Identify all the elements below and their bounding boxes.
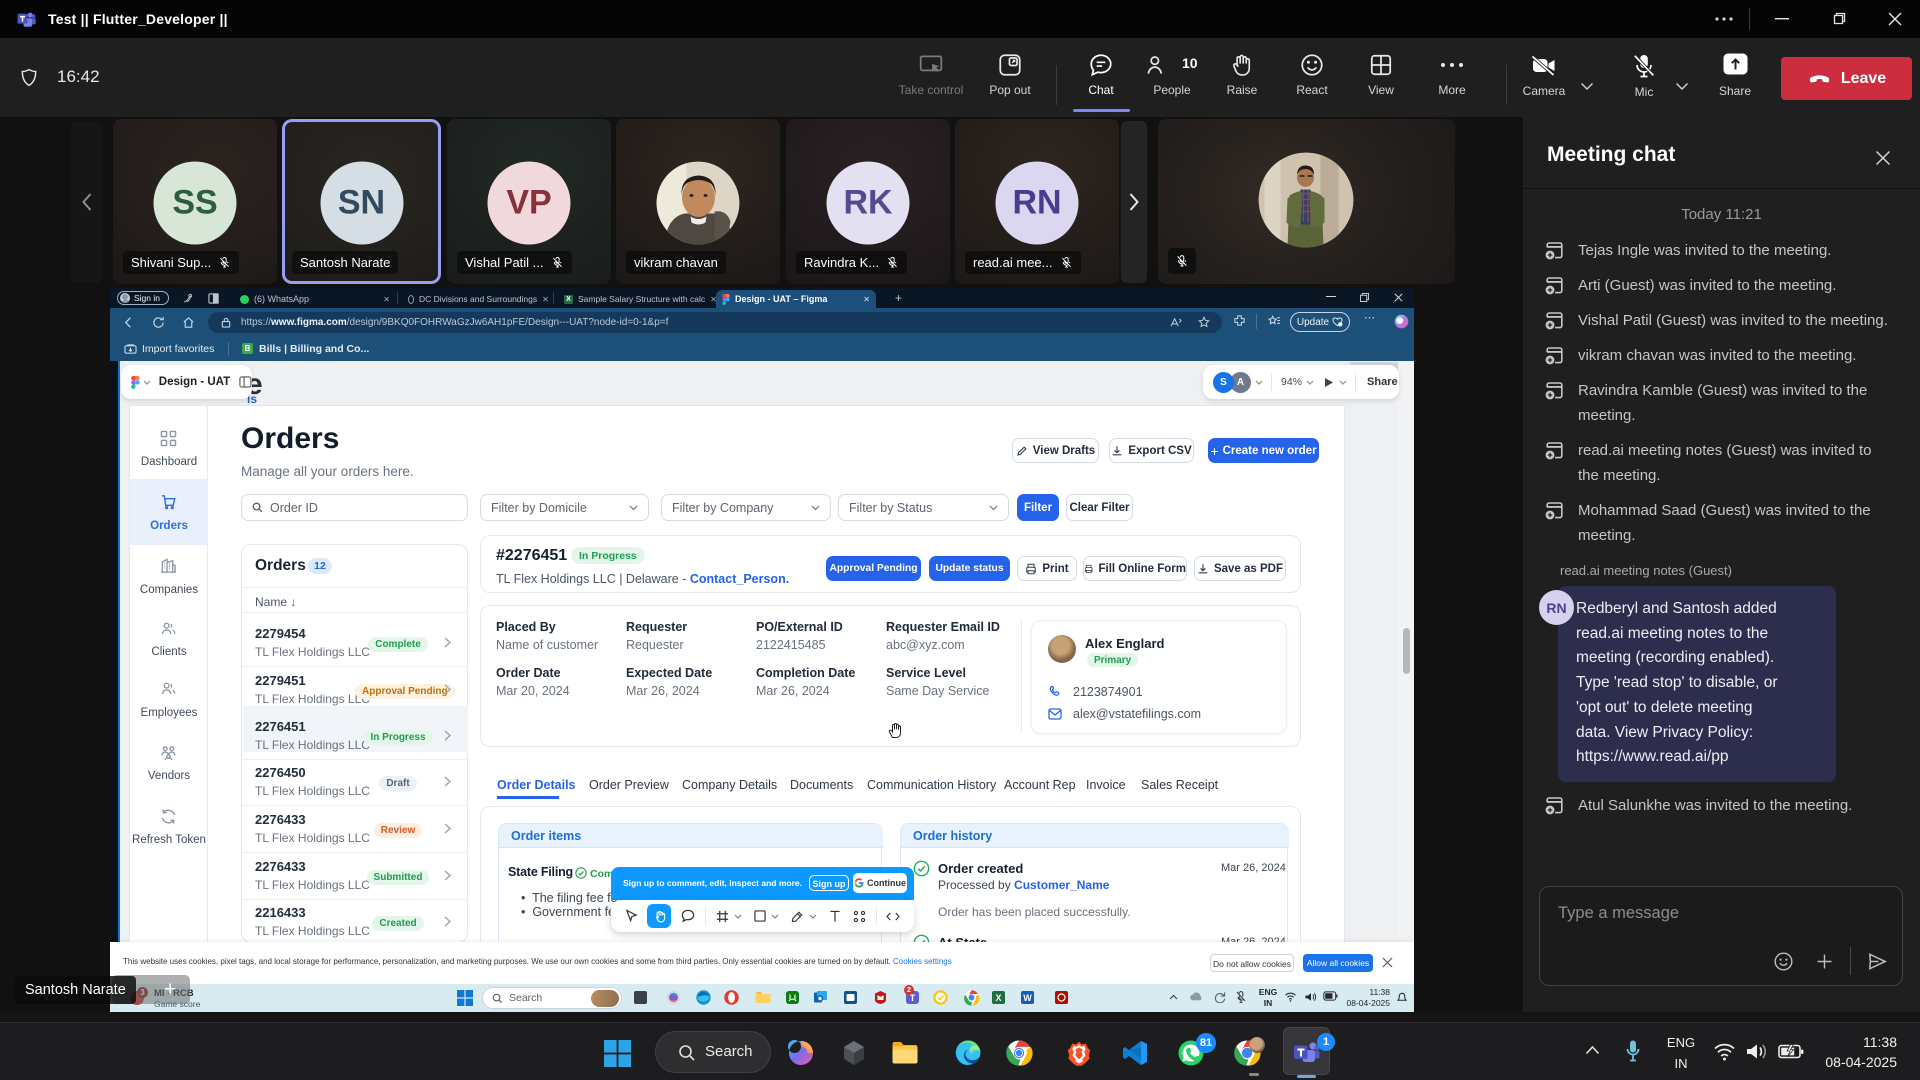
svg-text:W: W xyxy=(1023,993,1032,1003)
svg-text:X: X xyxy=(995,993,1001,1003)
